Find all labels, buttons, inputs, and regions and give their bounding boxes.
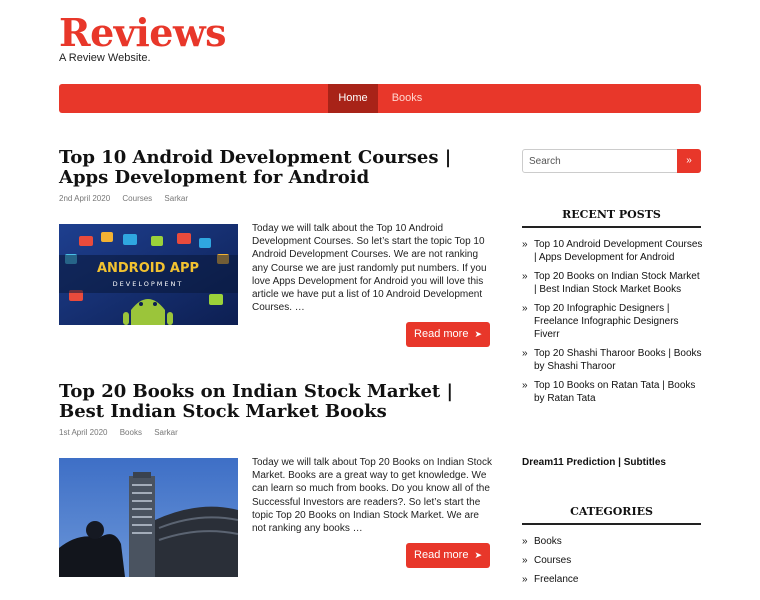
recent-post-link[interactable]: » Top 20 Books on Indian Stock Market | B… <box>522 270 704 296</box>
double-chevron-icon: » <box>522 536 528 547</box>
post-excerpt: Today we will talk about Top 20 Books on… <box>252 457 492 535</box>
site-description: A Review Website. <box>59 52 151 64</box>
post-category[interactable]: Courses <box>122 194 152 203</box>
double-chevron-icon: » <box>522 380 528 391</box>
post-author[interactable]: Sarkar <box>164 194 188 203</box>
recent-post-label: Top 20 Books on Indian Stock Market | Be… <box>534 271 700 295</box>
recent-post-link[interactable]: » Top 10 Android Development Courses | Ap… <box>522 238 704 264</box>
search-button[interactable]: » <box>677 149 701 173</box>
search-input[interactable] <box>522 149 680 173</box>
recent-posts-list: » Top 10 Android Development Courses | Ap… <box>522 238 704 405</box>
category-label: Freelance <box>534 574 579 585</box>
double-chevron-icon: » <box>522 555 528 566</box>
category-label: Books <box>534 536 562 547</box>
category-link[interactable]: » Courses <box>522 554 704 567</box>
categories-heading: CATEGORIES <box>522 505 701 525</box>
stock-exchange-photo <box>59 458 238 577</box>
read-more-button[interactable]: Read more ➤ <box>406 543 490 568</box>
category-label: Courses <box>534 555 572 566</box>
recent-post-label: Top 20 Infographic Designers | Freelance… <box>534 303 679 340</box>
dream11-link[interactable]: Dream11 Prediction | Subtitles <box>522 457 666 468</box>
recent-post-link[interactable]: » Top 10 Books on Ratan Tata | Books by R… <box>522 379 704 405</box>
recent-post-link[interactable]: » Top 20 Infographic Designers | Freelanc… <box>522 302 704 341</box>
category-link[interactable]: » Books <box>522 535 704 548</box>
arrow-right-icon: ➤ <box>474 329 482 339</box>
arrow-right-icon: ➤ <box>474 550 482 560</box>
read-more-button[interactable]: Read more ➤ <box>406 322 490 347</box>
post-thumbnail-stock-market[interactable] <box>59 458 238 577</box>
main-navigation: Home Books <box>59 84 701 113</box>
recent-post-label: Top 20 Shashi Tharoor Books | Books by S… <box>534 348 702 372</box>
android-app-illustration: ANDROID APP DEVELOPMENT <box>59 224 238 325</box>
read-more-label: Read more <box>414 549 469 561</box>
recent-post-label: Top 10 Books on Ratan Tata | Books by Ra… <box>534 380 696 404</box>
categories-list: » Books » Courses » Freelance <box>522 535 704 586</box>
double-chevron-icon: » <box>522 271 528 282</box>
post-meta: 2nd April 2020 Courses Sarkar <box>59 194 198 203</box>
post-title[interactable]: Top 20 Books on Indian Stock Market | Be… <box>59 382 499 422</box>
nav-item-home[interactable]: Home <box>328 84 378 113</box>
double-chevron-icon: » <box>522 303 528 314</box>
post-title[interactable]: Top 10 Android Development Courses | App… <box>59 148 499 188</box>
recent-posts-heading: RECENT POSTS <box>522 208 701 228</box>
post-date[interactable]: 2nd April 2020 <box>59 194 110 203</box>
recent-post-label: Top 10 Android Development Courses | App… <box>534 239 703 263</box>
thumb-subheading: DEVELOPMENT <box>113 280 184 288</box>
post-thumbnail-android[interactable]: ANDROID APP DEVELOPMENT <box>59 224 238 325</box>
recent-post-link[interactable]: » Top 20 Shashi Tharoor Books | Books by … <box>522 347 704 373</box>
thumb-heading: ANDROID APP <box>97 261 199 276</box>
double-chevron-icon: » <box>522 574 528 585</box>
double-chevron-icon: » <box>522 348 528 359</box>
site-title[interactable]: Reviews <box>59 10 227 56</box>
post-excerpt: Today we will talk about the Top 10 Andr… <box>252 223 487 314</box>
post-date[interactable]: 1st April 2020 <box>59 428 107 437</box>
read-more-label: Read more <box>414 328 469 340</box>
post-author[interactable]: Sarkar <box>154 428 178 437</box>
category-link[interactable]: » Freelance <box>522 573 704 586</box>
nav-item-books[interactable]: Books <box>385 84 429 113</box>
post-category[interactable]: Books <box>120 428 142 437</box>
double-chevron-icon: » <box>522 239 528 250</box>
post-meta: 1st April 2020 Books Sarkar <box>59 428 188 437</box>
